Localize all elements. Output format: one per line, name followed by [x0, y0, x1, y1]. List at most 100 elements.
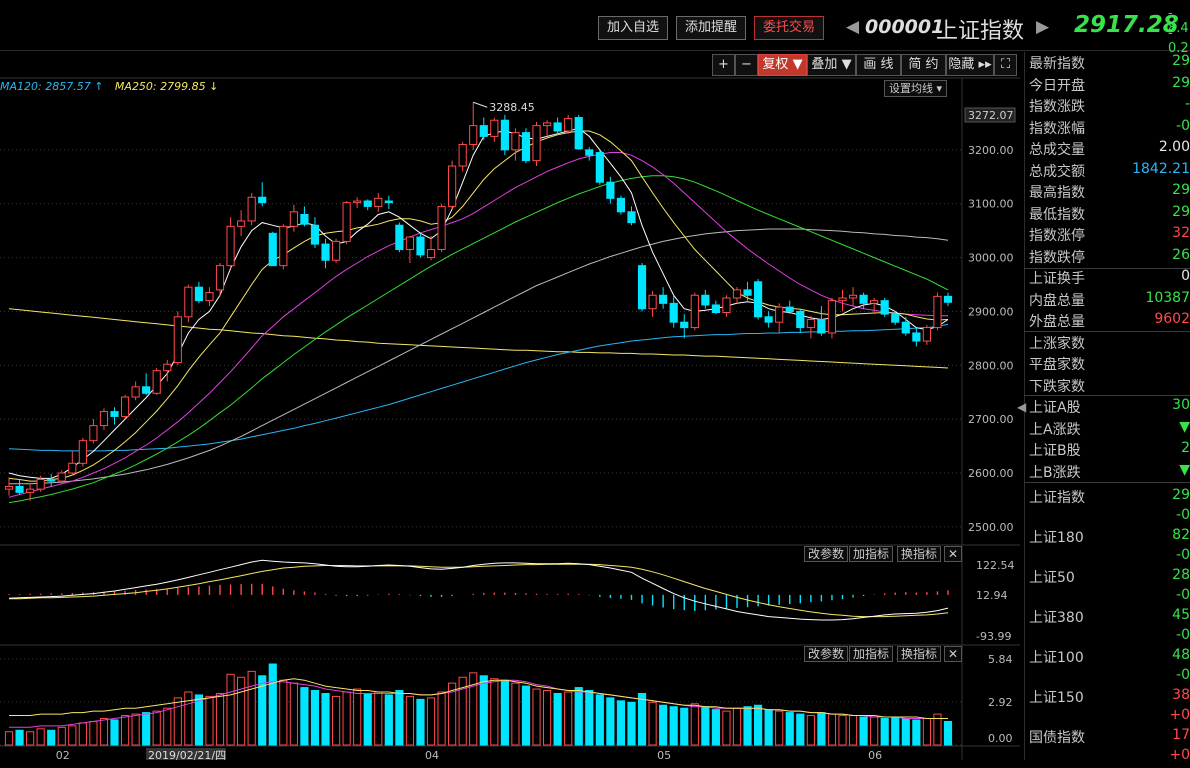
candle-body: [120, 396, 130, 417]
candle-body: [279, 225, 288, 267]
volume-bar: [184, 691, 193, 746]
volume-bar: [142, 712, 151, 746]
candle-body: [880, 300, 889, 315]
sidebar-row-value: -0: [1176, 587, 1190, 603]
candle-body: [448, 165, 457, 207]
volume-bar: [743, 706, 752, 746]
vol-edit-params-button[interactable]: 改参数: [804, 646, 849, 662]
candle-body: [922, 327, 931, 342]
volume-bar: [521, 685, 531, 746]
macd-tick-label: 12.94: [976, 589, 1008, 602]
candle-body: [690, 294, 699, 329]
volume-bar: [405, 695, 415, 746]
volume-bar: [848, 715, 858, 746]
candle-body: [542, 122, 552, 127]
sidebar-row-label: 上证100: [1029, 650, 1084, 666]
volume-bar: [26, 731, 35, 746]
sidebar-row: 上证150 38: [1029, 687, 1190, 708]
volume-bar: [553, 692, 562, 746]
macd-dea-line: [9, 563, 949, 618]
macd-add-indicator-button[interactable]: 加指标: [849, 546, 894, 562]
sidebar-row: -0: [1029, 547, 1190, 568]
candle-body: [912, 332, 921, 342]
volume-bar: [173, 697, 182, 746]
vol-add-indicator-button[interactable]: 加指标: [849, 646, 894, 662]
sidebar-row: 上A涨跌 ▼: [1029, 419, 1190, 440]
candle-body: [933, 295, 942, 329]
volume-bar: [4, 731, 14, 746]
volume-bar: [289, 682, 298, 746]
candle-body: [131, 386, 140, 398]
ma250-line: [8, 308, 949, 369]
volume-bar: [395, 690, 404, 746]
macd-edit-params-button[interactable]: 改参数: [804, 546, 849, 562]
sidebar-row-value: 32: [1172, 225, 1190, 241]
vol-close-icon[interactable]: ✕: [944, 646, 963, 662]
sidebar-row-value: ▼: [1179, 418, 1190, 435]
sidebar-row: 上证B股 2: [1029, 440, 1190, 461]
sidebar-row: 上证50 28: [1029, 567, 1190, 588]
sidebar-row-value: 0: [1181, 268, 1190, 284]
candle-body: [754, 281, 763, 318]
sidebar-row-value: -0: [1176, 117, 1190, 134]
candle-body: [458, 143, 467, 167]
last-price: 2917.28: [1074, 12, 1179, 38]
max-annotation-label: 3288.45: [489, 101, 535, 114]
candle-body: [4, 485, 14, 490]
macd-close-icon[interactable]: ✕: [944, 546, 963, 562]
volume-bar: [226, 673, 235, 746]
candle-body: [110, 411, 119, 417]
volume-bar: [131, 713, 140, 746]
volume-bar: [627, 701, 636, 746]
volume-bar: [754, 704, 763, 746]
candle-body: [732, 289, 742, 299]
collapse-sidebar-icon[interactable]: ◀: [1017, 400, 1026, 414]
sidebar-row-value: 9602: [1154, 311, 1190, 327]
cursor-date-label: 2019/02/21/四: [148, 749, 226, 760]
volume-tick-label: 0.00: [988, 732, 1013, 745]
sidebar-row-value: -0: [1176, 627, 1190, 643]
sidebar-row-value: 38: [1172, 687, 1190, 703]
date-tick-label: 05: [657, 749, 671, 760]
sidebar-row-value: 2.00: [1158, 139, 1190, 155]
sidebar-row: +0: [1029, 707, 1190, 728]
candle-body: [36, 478, 45, 490]
candle-body: [532, 125, 541, 162]
candle-body: [437, 205, 446, 250]
sidebar-row: +0: [1029, 747, 1190, 768]
volume-bar: [542, 690, 552, 746]
volume-tick-label: 2.92: [988, 696, 1013, 709]
candle-body: [374, 197, 383, 207]
candle-body: [701, 294, 710, 306]
candle-body: [163, 363, 172, 372]
candle-body: [648, 294, 657, 310]
volume-bar: [120, 715, 130, 746]
volume-bar: [870, 716, 879, 746]
volume-bar: [268, 663, 277, 746]
sidebar-row: 最高指数 29: [1029, 182, 1190, 203]
candle-body: [627, 211, 636, 224]
sidebar-row: 上证换手 0: [1029, 268, 1190, 289]
sidebar-row: 总成交量 2.00: [1029, 139, 1190, 160]
candle-body: [68, 462, 77, 474]
sidebar-row: 内盘总量 10387: [1029, 290, 1190, 311]
candle-body: [521, 132, 531, 162]
volume-bar: [310, 690, 320, 746]
macd-switch-indicator-button[interactable]: 换指标: [897, 546, 942, 562]
candle-body: [564, 118, 573, 132]
candle-body: [226, 225, 235, 267]
sidebar-row-label: 上证150: [1029, 690, 1084, 706]
vol-switch-indicator-button[interactable]: 换指标: [897, 646, 942, 662]
sidebar-row-value: -0: [1176, 667, 1190, 683]
volume-bar: [891, 716, 900, 746]
sidebar-row-label: 上证A股: [1029, 400, 1081, 416]
sidebar-row: 指数涨幅 -0: [1029, 118, 1190, 139]
volume-bar: [321, 692, 330, 746]
next-symbol-icon[interactable]: ▶: [1036, 17, 1049, 37]
volume-bar: [859, 716, 868, 746]
volume-bar: [722, 710, 731, 746]
sidebar-row-value: -0: [1176, 547, 1190, 563]
candle-body: [669, 302, 678, 323]
volume-bar: [300, 687, 309, 746]
volume-bar: [163, 707, 172, 746]
